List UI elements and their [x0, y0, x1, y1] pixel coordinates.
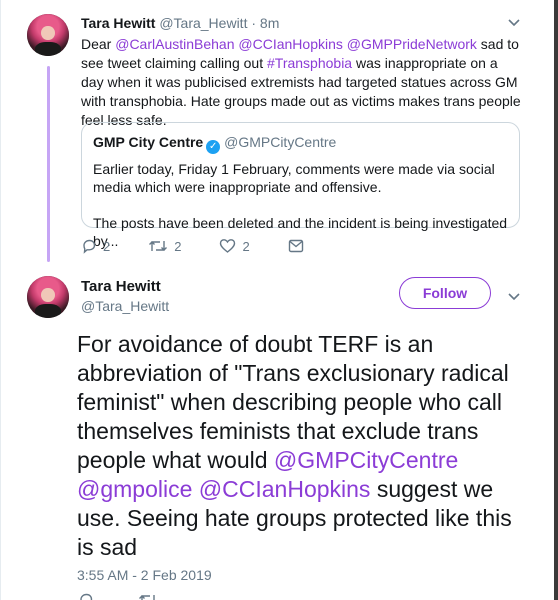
- reply-button[interactable]: [78, 592, 100, 600]
- reply-button[interactable]: 2: [81, 238, 110, 254]
- direct-message-button[interactable]: [288, 239, 310, 253]
- retweet-icon: [149, 241, 168, 251]
- verified-badge-icon: ✓: [206, 140, 221, 154]
- tweet2-link[interactable]: @GMPCityCentre: [274, 447, 458, 473]
- retweet-count: 2: [174, 238, 182, 254]
- avatar[interactable]: [27, 276, 69, 318]
- tweet1-action-bar: 2 2 2: [81, 238, 348, 254]
- reply-icon: [83, 239, 96, 254]
- quoted-author-name: GMP City Centre: [93, 134, 204, 150]
- follow-button[interactable]: Follow: [399, 277, 491, 309]
- chevron-down-icon[interactable]: [508, 16, 520, 30]
- tweet1-link[interactable]: @CCIanHopkins: [238, 36, 342, 52]
- retweet-icon: [139, 595, 155, 600]
- envelope-icon: [288, 239, 303, 253]
- tweet1-time[interactable]: 8m: [260, 15, 279, 31]
- retweet-button[interactable]: 2: [148, 238, 181, 254]
- quoted-tweet-header: GMP City Centre ✓ @GMPCityCentre: [93, 134, 508, 154]
- tweet2-text: For avoidance of doubt TERF is an abbrev…: [77, 330, 529, 562]
- quoted-tweet-card[interactable]: GMP City Centre ✓ @GMPCityCentre Earlier …: [81, 122, 520, 249]
- reply-icon: [80, 593, 93, 600]
- tweet1-link[interactable]: @CarlAustinBehan: [115, 36, 234, 52]
- tweet2-action-bar: [78, 592, 202, 600]
- thread-connector-line: [47, 66, 50, 262]
- tweet2-author-name[interactable]: Tara Hewitt: [81, 278, 161, 295]
- tweet1-author-name[interactable]: Tara Hewitt: [81, 15, 155, 31]
- quoted-author-handle: @GMPCityCentre: [224, 134, 337, 150]
- tweet1-text: Dear @CarlAustinBehan @CCIanHopkins @GMP…: [81, 35, 521, 130]
- tweet1-header: Tara Hewitt @Tara_Hewitt · 8m: [81, 15, 279, 31]
- tweet1-author-handle[interactable]: @Tara_Hewitt: [159, 15, 247, 31]
- like-count: 2: [242, 238, 250, 254]
- avatar[interactable]: [27, 14, 69, 56]
- tweet1-separator: ·: [247, 15, 260, 31]
- tweet1-link[interactable]: @GMPPrideNetwork: [347, 36, 477, 52]
- tweet2-author-handle[interactable]: @Tara_Hewitt: [81, 298, 169, 314]
- like-button[interactable]: 2: [219, 238, 250, 254]
- tweet2-timestamp[interactable]: 3:55 AM - 2 Feb 2019: [77, 567, 212, 583]
- tweet2-link[interactable]: @CCIanHopkins: [199, 476, 371, 502]
- tweet1-link[interactable]: #Transphobia: [267, 55, 352, 71]
- chevron-down-icon[interactable]: [508, 290, 520, 304]
- tweet1-text-segment: Dear: [81, 36, 116, 52]
- retweet-button[interactable]: [138, 592, 164, 600]
- reply-count: 2: [103, 238, 111, 254]
- heart-icon: [220, 239, 236, 253]
- tweet2-link[interactable]: @gmpolice: [77, 476, 192, 502]
- quoted-tweet-text: Earlier today, Friday 1 February, commen…: [93, 161, 495, 195]
